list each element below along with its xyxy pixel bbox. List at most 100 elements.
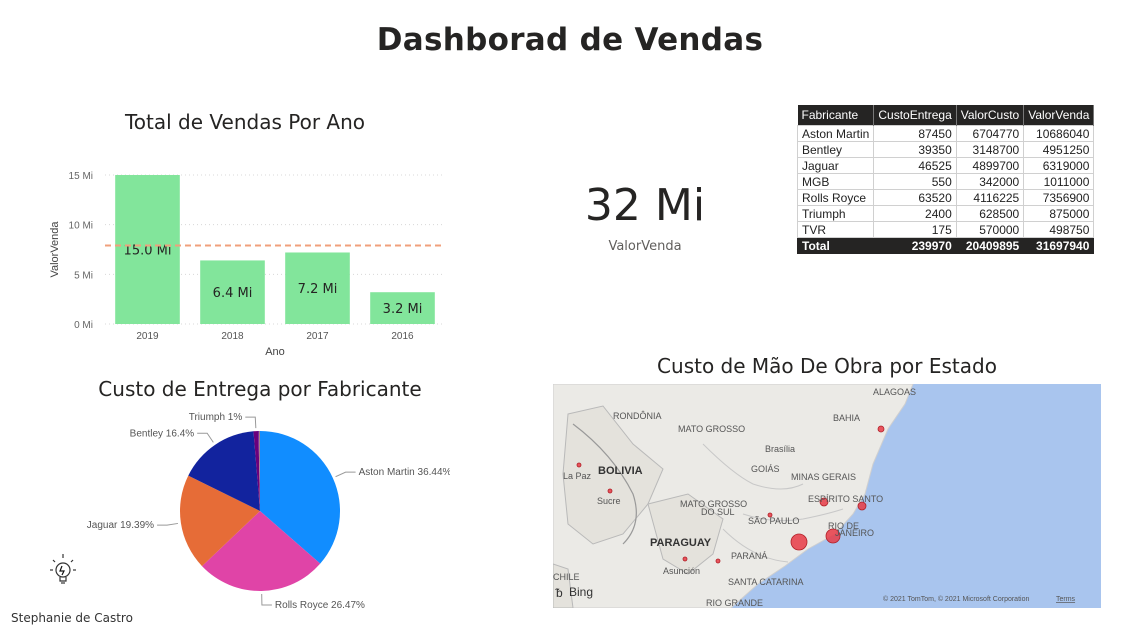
- map-bubble[interactable]: [607, 488, 613, 494]
- map-place-label: Brasília: [765, 444, 795, 454]
- map-place-label: Asunción: [663, 566, 700, 576]
- pie-data-label: Aston Martin 36.44%: [359, 467, 450, 478]
- table-cell: 570000: [955, 221, 1025, 238]
- author-name: Stephanie de Castro: [11, 611, 133, 625]
- map-place-label: ALAGOAS: [873, 387, 916, 397]
- map-place-label: MATO GROSSO: [678, 424, 745, 434]
- bar-data-label: 7.2 Mi: [298, 282, 338, 297]
- table-cell: 63520: [873, 189, 957, 206]
- x-tick-label: 2019: [136, 331, 159, 342]
- table-row[interactable]: MGB 550 342000 1011000: [796, 173, 1095, 190]
- pie-data-label: Bentley 16.4%: [130, 428, 195, 439]
- table-row[interactable]: Jaguar 46525 4899700 6319000: [796, 157, 1095, 174]
- map-copyright: © 2021 TomTom, © 2021 Microsoft Corporat…: [883, 595, 1029, 603]
- bar-data-label: 3.2 Mi: [383, 302, 423, 317]
- map-place-label: ESPÍRITO SANTO: [808, 494, 883, 504]
- map-bubble[interactable]: [576, 462, 582, 468]
- map-place-label: SANTA CATARINA: [728, 577, 804, 587]
- bar-data-label: 6.4 Mi: [213, 286, 253, 301]
- y-tick-label: 15 Mi: [69, 171, 93, 182]
- map-place-label: BOLIVIA: [598, 465, 643, 477]
- page-title: Dashborad de Vendas: [376, 22, 764, 58]
- table-header[interactable]: ValorVenda: [1023, 105, 1095, 126]
- table-cell: 1011000: [1023, 173, 1095, 190]
- table-header[interactable]: CustoEntrega: [873, 105, 957, 126]
- map-place-label: DO SUL: [701, 507, 735, 517]
- pie-data-label: Jaguar 19.39%: [87, 520, 154, 531]
- bing-logo: Bing: [569, 585, 593, 599]
- x-axis-title: Ano: [265, 346, 285, 358]
- x-tick-label: 2016: [391, 331, 414, 342]
- map-place-label: La Paz: [563, 471, 592, 481]
- table-cell: Jaguar: [796, 157, 875, 174]
- pie-data-label: Triumph 1%: [189, 412, 243, 423]
- pie-leader-line: [261, 593, 272, 606]
- map-bubble[interactable]: [790, 533, 808, 551]
- pie-leader-line: [245, 416, 257, 429]
- pie-chart-title: Custo de Entrega por Fabricante: [98, 377, 422, 401]
- fabricante-table[interactable]: Fabricante CustoEntrega ValorCusto ValorVen…: [796, 105, 1095, 254]
- pie-leader-line: [197, 432, 214, 443]
- pie-chart[interactable]: Aston Martin 36.44% Rolls Royce 26.47% Jag…: [60, 405, 450, 610]
- table-cell: MGB: [796, 173, 875, 190]
- y-tick-label: 0 Mi: [74, 320, 93, 331]
- table-cell: 6319000: [1023, 157, 1095, 174]
- map-bubble[interactable]: [877, 425, 885, 433]
- kpi-label: ValorVenda: [608, 239, 682, 254]
- bar-chart[interactable]: 0 Mi5 Mi10 Mi15 Mi201915.0 Mi20186.4 Mi2…: [40, 160, 460, 360]
- map-canvas[interactable]: ALAGOAS RONDÔNIA BAHIA MATO GROSSO Brasília B…: [553, 384, 1101, 608]
- table-cell: 498750: [1023, 221, 1095, 238]
- table-cell: 4951250: [1023, 141, 1095, 158]
- y-axis-title: ValorVenda: [49, 221, 61, 278]
- lightbulb-icon: [50, 554, 76, 584]
- table-cell: 46525: [873, 157, 957, 174]
- kpi-value: 32 Mi: [584, 180, 706, 231]
- table-cell: 342000: [955, 173, 1025, 190]
- table-row[interactable]: Bentley 39350 3148700 4951250: [796, 141, 1095, 158]
- table-cell: Rolls Royce: [796, 189, 875, 206]
- map-place-label: PARAGUAY: [650, 537, 712, 549]
- table-cell: Triumph: [796, 205, 875, 222]
- map[interactable]: ALAGOAS RONDÔNIA BAHIA MATO GROSSO Brasília B…: [553, 384, 1101, 608]
- table-header[interactable]: ValorCusto: [956, 105, 1025, 126]
- table-cell: Aston Martin: [796, 125, 875, 142]
- table-cell: TVR: [796, 221, 875, 238]
- table-header[interactable]: Fabricante: [797, 105, 875, 126]
- pie-data-label: Rolls Royce 26.47%: [275, 600, 365, 610]
- map-place-label: SÃO PAULO: [748, 516, 799, 526]
- map-place-label: CHILE: [553, 572, 580, 582]
- pie-leader-line: [335, 471, 356, 478]
- table-row[interactable]: Triumph 2400 628500 875000: [796, 205, 1095, 222]
- table-cell: 20409895: [955, 237, 1025, 254]
- map-title: Custo de Mão De Obra por Estado: [657, 354, 997, 378]
- table-cell: 175: [873, 221, 957, 238]
- bar-chart-title: Total de Vendas Por Ano: [124, 110, 366, 134]
- table-row[interactable]: Aston Martin 87450 6704770 10686040: [796, 125, 1095, 142]
- y-tick-label: 10 Mi: [69, 221, 93, 232]
- map-bubble[interactable]: [682, 556, 688, 562]
- table-cell: 239970: [873, 237, 957, 254]
- table-cell: 550: [873, 173, 957, 190]
- table-cell: 10686040: [1023, 125, 1095, 142]
- map-place-label: JANEIRO: [835, 528, 874, 538]
- map-bubble[interactable]: [715, 558, 721, 564]
- y-tick-label: 5 Mi: [74, 270, 93, 281]
- map-place-label: Sucre: [597, 496, 621, 506]
- table-cell: 7356900: [1023, 189, 1095, 206]
- map-place-label: PARANÁ: [731, 551, 767, 561]
- table-cell: 87450: [873, 125, 957, 142]
- map-place-label: RONDÔNIA: [613, 411, 662, 421]
- map-place-label: MINAS GERAIS: [791, 472, 856, 482]
- table-total-row[interactable]: Total 239970 20409895 31697940: [796, 237, 1095, 254]
- table-cell: 3148700: [955, 141, 1025, 158]
- pie-leader-line: [157, 522, 179, 526]
- table-cell: 6704770: [955, 125, 1025, 142]
- table-cell: Total: [796, 237, 875, 254]
- map-place-label: RIO GRANDE: [706, 598, 763, 608]
- table-row[interactable]: Rolls Royce 63520 4116225 7356900: [796, 189, 1095, 206]
- table-cell: 31697940: [1023, 237, 1095, 254]
- map-terms-link[interactable]: Terms: [1056, 596, 1076, 603]
- table-cell: 4116225: [955, 189, 1025, 206]
- table-cell: 875000: [1023, 205, 1095, 222]
- table-row[interactable]: TVR 175 570000 498750: [796, 221, 1095, 238]
